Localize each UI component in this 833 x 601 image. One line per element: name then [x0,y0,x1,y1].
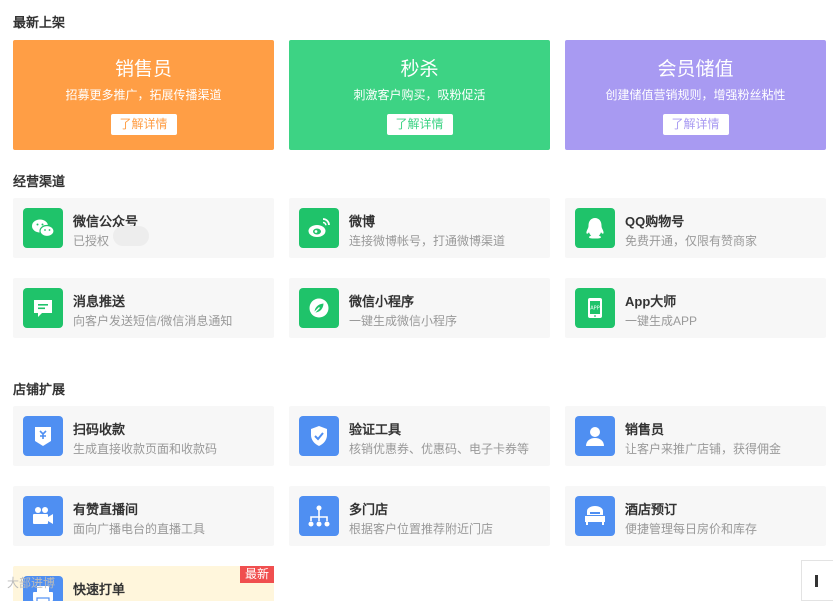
promo-card-flash-sale[interactable]: 秒杀 刺激客户购买，吸粉促活 了解详情 [289,40,550,150]
person-icon [575,416,615,456]
tile-desc: 向客户发送短信/微信消息通知 [73,314,233,328]
tile-qq-shopping[interactable]: QQ购物号 免费开通，仅限有赞商家 [565,198,826,258]
tile-verification-tool[interactable]: 验证工具 核销优惠券、优惠码、电子卡券等 [289,406,550,466]
app-icon: APP [575,288,615,328]
promo-desc: 刺激客户购买，吸粉促活 [353,88,486,102]
section-title-newest: 最新上架 [13,15,66,30]
weibo-icon [299,208,339,248]
tile-title: 快速打单 [73,582,126,597]
section-title-channels: 经营渠道 [13,174,66,189]
new-badge: 最新 [239,566,274,583]
tile-title: App大师 [625,294,677,309]
tile-title: 销售员 [625,422,665,437]
message-icon [23,288,63,328]
tile-desc: 连接微博帐号，打通微博渠道 [349,234,506,248]
tile-desc: 让客户来推广店铺，获得佣金 [625,442,782,456]
side-button-glyph [815,575,818,587]
tile-title: 微博 [349,214,376,229]
watermark: 大部进博 [7,576,56,590]
tile-wechat-mini-program[interactable]: 微信小程序 一键生成微信小程序 [289,278,550,338]
tile-desc: 便捷管理每日房价和库存 [625,522,758,536]
tile-desc: 核销优惠券、优惠码、电子卡券等 [349,442,530,456]
promo-card-member-stored-value[interactable]: 会员储值 创建储值营销规则，增强粉丝粘性 了解详情 [565,40,826,150]
blurred-account-name [113,226,149,246]
tile-desc: 已授权 [73,234,110,248]
bed-icon [575,496,615,536]
camera-icon [23,496,63,536]
tile-multi-store[interactable]: 多门店 根据客户位置推荐附近门店 [289,486,550,546]
tile-title: 消息推送 [73,294,126,309]
tile-title: 酒店预订 [625,502,678,517]
tile-weibo[interactable]: 微博 连接微博帐号，打通微博渠道 [289,198,550,258]
promo-card-salesperson[interactable]: 销售员 招募更多推广，拓展传播渠道 了解详情 [13,40,274,150]
mini-program-icon [299,288,339,328]
tile-title: 验证工具 [349,422,402,437]
tile-desc: 面向广播电台的直播工具 [73,522,206,536]
wechat-icon [23,208,63,248]
shield-check-icon [299,416,339,456]
branch-icon [299,496,339,536]
promo-title: 会员储值 [657,59,734,80]
tile-desc: 生成直接收款页面和收款码 [73,442,218,456]
svg-text:APP: APP [590,306,599,312]
tile-desc: 一键生成APP [625,314,698,328]
qq-icon [575,208,615,248]
tile-desc: 一键生成微信小程序 [349,314,458,328]
tile-desc: 免费开通，仅限有赞商家 [625,234,758,248]
side-feedback-button[interactable] [801,560,833,601]
promo-desc: 招募更多推广，拓展传播渠道 [65,88,222,102]
learn-more-button[interactable]: 了解详情 [662,114,729,135]
learn-more-button[interactable]: 了解详情 [110,114,177,135]
tile-live-room[interactable]: 有赞直播间 面向广播电台的直播工具 [13,486,274,546]
tile-salesperson[interactable]: 销售员 让客户来推广店铺，获得佣金 [565,406,826,466]
tile-title: QQ购物号 [625,214,685,229]
promo-title: 秒杀 [400,59,439,80]
tile-title: 多门店 [349,502,389,517]
tile-app-master[interactable]: APP App大师 一键生成APP [565,278,826,338]
promo-title: 销售员 [114,59,172,80]
payment-download-icon [23,416,63,456]
learn-more-button[interactable]: 了解详情 [386,114,453,135]
tile-message-push[interactable]: 消息推送 向客户发送短信/微信消息通知 [13,278,274,338]
tile-hotel-booking[interactable]: 酒店预订 便捷管理每日房价和库存 [565,486,826,546]
tile-title: 有赞直播间 [73,502,139,517]
promo-desc: 创建储值营销规则，增强粉丝粘性 [605,88,786,102]
tile-title: 扫码收款 [73,422,126,437]
tile-scan-payment[interactable]: 扫码收款 生成直接收款页面和收款码 [13,406,274,466]
tile-desc: 根据客户位置推荐附近门店 [349,522,494,536]
tile-title: 微信小程序 [349,294,415,309]
section-title-extensions: 店铺扩展 [13,382,66,397]
